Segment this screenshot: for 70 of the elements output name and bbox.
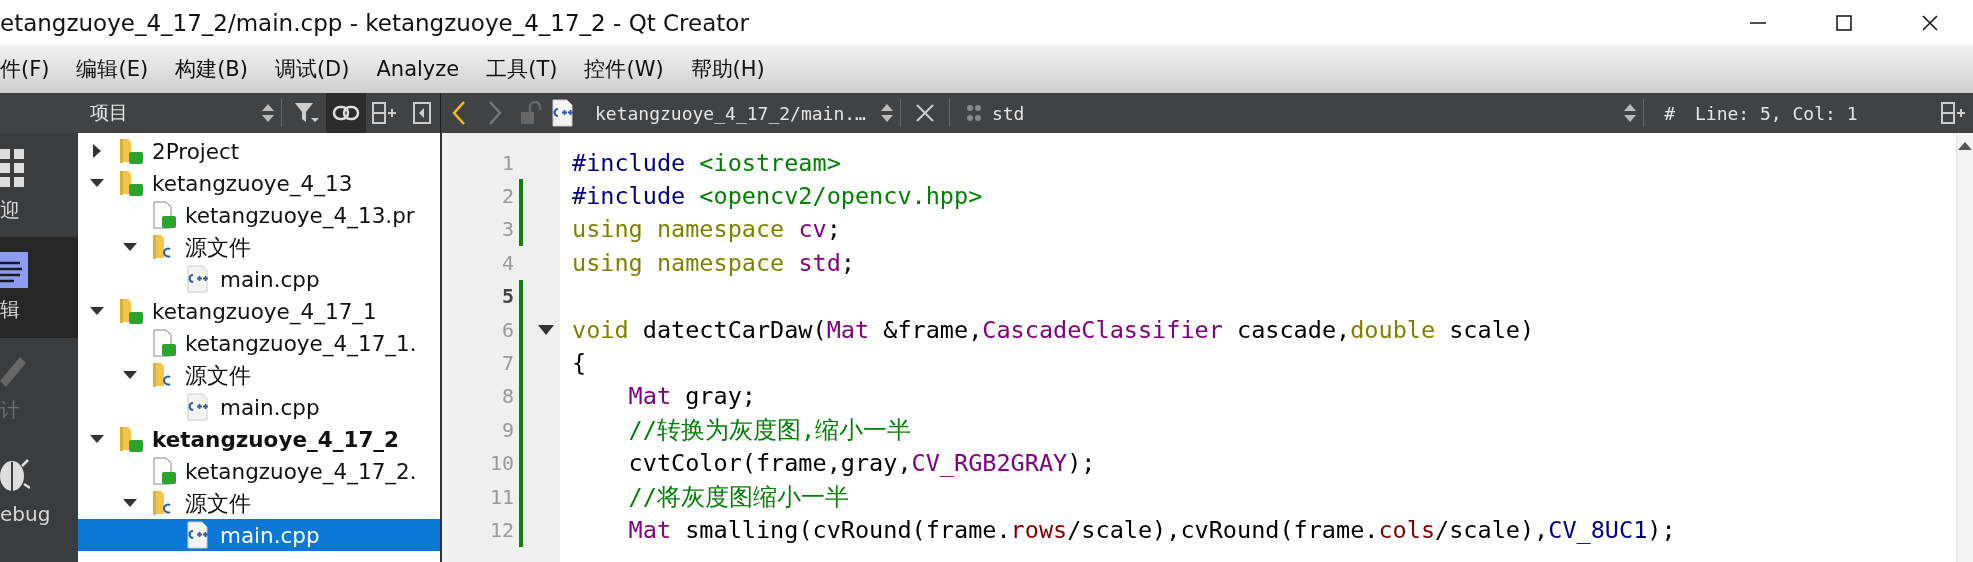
link-icon[interactable] bbox=[326, 93, 366, 133]
menu-item[interactable]: Analyze bbox=[376, 57, 460, 81]
line-number: 12 bbox=[488, 518, 514, 542]
line-number: 5 bbox=[500, 284, 514, 309]
line-number: 11 bbox=[488, 484, 514, 509]
menu-item[interactable]: 控件(W) bbox=[584, 55, 664, 83]
maximize-icon[interactable] bbox=[1834, 12, 1854, 33]
tree-row[interactable]: ketangzuoye_4_13 bbox=[78, 167, 440, 199]
line-number: 9 bbox=[500, 417, 514, 442]
tree-row[interactable]: 2Project bbox=[78, 135, 440, 167]
mode-button[interactable]: 辑 bbox=[0, 237, 78, 338]
folder-icon bbox=[118, 297, 144, 325]
folder-icon bbox=[118, 137, 144, 165]
code-line: { bbox=[572, 348, 588, 380]
tree-row[interactable]: 源文件 bbox=[78, 359, 440, 391]
menu-item[interactable]: 调试(D) bbox=[274, 55, 350, 83]
menu-item[interactable]: 编辑(E) bbox=[76, 55, 149, 83]
tree-row[interactable]: ketangzuoye_4_17_2 bbox=[78, 423, 440, 455]
pane-title: 项目 bbox=[90, 100, 129, 125]
up-down-arrows-icon[interactable] bbox=[879, 102, 894, 124]
close-icon[interactable] bbox=[1920, 12, 1940, 33]
line-number: 3 bbox=[500, 217, 514, 242]
line-number: 10 bbox=[488, 451, 514, 476]
tree-row[interactable]: ketangzuoye_4_13.pr bbox=[78, 199, 440, 231]
mode-button[interactable]: ebug bbox=[0, 439, 78, 540]
file-icon bbox=[151, 329, 177, 357]
up-down-arrows-icon[interactable] bbox=[1623, 102, 1638, 124]
menu-item[interactable]: 工具(T) bbox=[486, 55, 558, 83]
tree-row[interactable]: 源文件 bbox=[78, 487, 440, 519]
code-line: using namespace cv; bbox=[572, 214, 842, 246]
code-line: #include <opencv2/opencv.hpp> bbox=[572, 181, 984, 213]
document-lines-icon bbox=[0, 252, 28, 288]
tree-row[interactable]: main.cpp bbox=[78, 391, 440, 423]
menu-item[interactable]: 件(F) bbox=[0, 55, 50, 83]
cursor-position[interactable]: Line: 5, Col: 1 bbox=[1695, 102, 1935, 124]
folder-icon bbox=[118, 169, 144, 197]
code-line: Mat gray; bbox=[627, 381, 757, 413]
menu-item[interactable]: 帮助(H) bbox=[690, 55, 765, 83]
line-number: 7 bbox=[500, 351, 514, 376]
code-line: //将灰度图缩小一半 bbox=[627, 481, 850, 513]
scrollbar[interactable] bbox=[1956, 133, 1973, 562]
code-line: Mat smalling(cvRound(frame.rows/scale),cvRound(frame.cols/scale),CV_8UC1); bbox=[627, 515, 1677, 546]
up-down-arrows-icon[interactable] bbox=[261, 102, 275, 124]
line-number: 1 bbox=[500, 150, 514, 175]
code-line: #include <iostream> bbox=[572, 147, 842, 179]
line-number: 2 bbox=[500, 184, 514, 209]
tree-row[interactable]: 源文件 bbox=[78, 231, 440, 263]
tree-row[interactable]: main.cpp bbox=[78, 519, 440, 551]
line-number: 8 bbox=[500, 384, 514, 409]
line-number: 4 bbox=[500, 250, 514, 275]
hash-mark: # bbox=[1664, 102, 1675, 124]
file-icon bbox=[151, 201, 177, 229]
fold-arrow-icon[interactable] bbox=[537, 323, 555, 336]
line-number: 6 bbox=[500, 317, 514, 342]
tree-row[interactable]: ketangzuoye_4_17_2. bbox=[78, 455, 440, 487]
window-title: etangzuoye_4_17_2/main.cpp - ketangzuoye_4_17_2 - Qt Creator bbox=[0, 9, 750, 36]
file-name[interactable]: ketangzuoye_4_17_2/main.… bbox=[595, 102, 866, 124]
code-line: using namespace std; bbox=[572, 247, 856, 279]
code-line: //转换为灰度图,缩小一半 bbox=[627, 414, 913, 446]
file-icon bbox=[151, 457, 177, 485]
tree-row[interactable]: ketangzuoye_4_17_1. bbox=[78, 327, 440, 359]
tree-row[interactable]: main.cpp bbox=[78, 263, 440, 295]
code-line: cvtColor(frame,gray,CV_RGB2GRAY); bbox=[627, 448, 1097, 480]
mode-button[interactable]: 迎 bbox=[0, 136, 78, 237]
code-line: void datectCarDaw(Mat &frame,CascadeClassifier cascade,double scale) bbox=[572, 314, 1536, 346]
tree-row[interactable]: ketangzuoye_4_17_1 bbox=[78, 295, 440, 327]
scroll-up-icon[interactable] bbox=[1958, 141, 1972, 151]
folder-icon bbox=[118, 425, 144, 453]
menu-item[interactable]: 构建(B) bbox=[175, 55, 248, 83]
symbol-name[interactable]: std bbox=[991, 102, 1624, 124]
